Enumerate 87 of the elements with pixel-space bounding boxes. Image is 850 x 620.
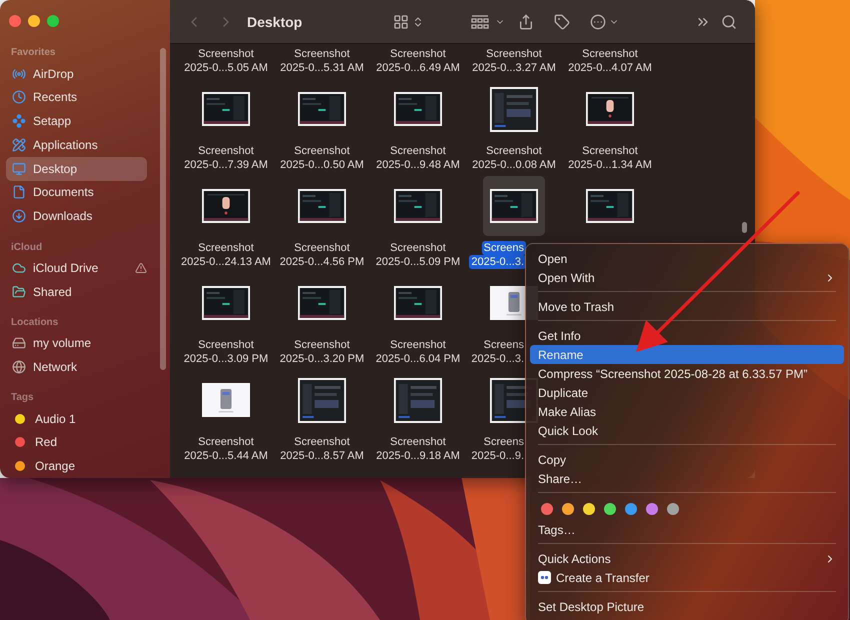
sidebar-item[interactable]: Documents: [6, 180, 147, 204]
file-name[interactable]: Screenshot 2025-0...4.56 PM: [274, 241, 370, 268]
tag-dot[interactable]: [646, 503, 658, 515]
search-icon[interactable]: [721, 14, 737, 30]
menu-item[interactable]: Rename: [530, 345, 844, 364]
sidebar-item[interactable]: AirDrop: [6, 62, 147, 86]
scrollbar[interactable]: [160, 48, 166, 370]
file-name[interactable]: Screenshot 2025-0...5.05 AM: [178, 47, 274, 74]
updown-icon[interactable]: [412, 16, 424, 28]
tag-dot[interactable]: [583, 503, 595, 515]
file-name[interactable]: Screenshot 2025-0...3.27 AM: [466, 47, 562, 74]
file-name[interactable]: Screenshot 2025-0...0.50 AM: [274, 144, 370, 171]
drive-icon: [12, 336, 26, 350]
menu-item[interactable]: Make Alias: [530, 402, 844, 421]
menu-item[interactable]: Get Info: [530, 326, 844, 345]
menu-item[interactable]: Quick Actions: [530, 549, 844, 568]
file-name[interactable]: Screenshot 2025-0...5.31 AM: [274, 47, 370, 74]
file-name[interactable]: Screens 2025-0...3.: [466, 338, 526, 365]
folder-icon: [12, 284, 26, 299]
file-name[interactable]: Screenshot 2025-0...0.08 AM: [466, 144, 562, 171]
monitor-icon: [12, 162, 26, 176]
file-name[interactable]: Screenshot 2025-0...6.49 AM: [370, 47, 466, 74]
tag-dot[interactable]: [625, 503, 637, 515]
file-name[interactable]: Screenshot 2025-0...3.20 PM: [274, 338, 370, 365]
group-icon[interactable]: [471, 14, 489, 30]
section-header: Favorites: [10, 46, 56, 60]
signal-icon: [12, 66, 26, 81]
sidebar-item[interactable]: my volume: [6, 331, 147, 356]
menu-item[interactable]: Copy: [530, 450, 844, 469]
share-icon[interactable]: [518, 14, 534, 30]
cloud-icon: [12, 260, 26, 275]
sidebar-item[interactable]: Network: [6, 355, 147, 379]
file-name[interactable]: Screenshot 2025-0...9.18 AM: [370, 435, 466, 462]
sidebar-item[interactable]: Downloads: [6, 204, 147, 228]
file-name[interactable]: Screenshot 2025-0...24.13 AM: [178, 241, 274, 268]
menu-item[interactable]: Move to Trash: [530, 297, 844, 316]
section-header: iCloud: [10, 240, 44, 255]
thumbnail-highlight[interactable]: [483, 176, 545, 236]
tag-icon[interactable]: [554, 14, 570, 30]
minimize-button[interactable]: [28, 15, 40, 27]
file-name[interactable]: Screenshot 2025-0...5.44 AM: [178, 435, 274, 462]
file-name[interactable]: Screenshot 2025-0...5.09 PM: [370, 241, 466, 268]
scrollbar[interactable]: [742, 222, 747, 233]
sidebar-item[interactable]: Recents: [6, 85, 147, 110]
clock-icon: [12, 90, 26, 104]
document-icon: [12, 185, 26, 200]
menu-item[interactable]: Quick Look: [530, 421, 844, 440]
app-icon: [538, 571, 551, 584]
section-header: Tags: [10, 391, 35, 406]
dots-icon: [12, 114, 26, 128]
sidebar-item[interactable]: Setapp: [6, 109, 147, 133]
menu-item[interactable]: Set Desktop Picture: [530, 597, 844, 616]
file-name[interactable]: Screenshot 2025-0...1.34 AM: [562, 144, 658, 171]
file-name[interactable]: Screenshot 2025-0...8.57 AM: [274, 435, 370, 462]
zoom-button[interactable]: [47, 15, 59, 27]
menu-item[interactable]: Create a Transfer: [530, 568, 844, 587]
file-name[interactable]: Screenshot 2025-0...6.04 PM: [370, 338, 466, 365]
tag-dot[interactable]: [541, 503, 553, 515]
file-name[interactable]: Screenshot 2025-0...3.09 PM: [178, 338, 274, 365]
file-name[interactable]: Screens 2025-0...3.: [466, 241, 526, 268]
download-icon: [12, 209, 26, 224]
tag-dot[interactable]: [562, 503, 574, 515]
sidebar-item[interactable]: Orange: [6, 454, 147, 478]
menu-item[interactable]: Tags…: [530, 520, 844, 539]
section-header: Locations: [10, 316, 60, 330]
file-name[interactable]: Screenshot 2025-0...7.39 AM: [178, 144, 274, 171]
grid-icon[interactable]: [393, 14, 409, 30]
file-name[interactable]: Screenshot 2025-0...4.07 AM: [562, 47, 658, 74]
file-name[interactable]: Screens 2025-0...9.: [466, 435, 526, 462]
more-icon[interactable]: [590, 14, 606, 30]
file-name[interactable]: Screenshot 2025-0...9.48 AM: [370, 144, 466, 171]
ruler-icon: [12, 138, 26, 152]
menu-item[interactable]: Compress “Screenshot 2025-08-28 at 6.33.57 PM”: [530, 364, 844, 383]
sidebar-item[interactable]: Audio 1: [6, 406, 147, 431]
window-title: Desktop: [247, 14, 303, 30]
sidebar-item[interactable]: Applications: [6, 133, 147, 157]
tag-dot[interactable]: [604, 503, 616, 515]
menu-item[interactable]: Open With: [530, 268, 844, 287]
menu-item[interactable]: Duplicate: [530, 383, 844, 402]
sidebar-item[interactable]: iCloud Drive: [6, 256, 147, 280]
tag-dot[interactable]: [667, 503, 679, 515]
menu-item[interactable]: Share…: [530, 469, 844, 488]
globe-icon: [12, 360, 26, 374]
sidebar-item[interactable]: Red: [6, 430, 147, 454]
menu-item[interactable]: Open: [530, 249, 844, 268]
sidebar-item[interactable]: Desktop: [6, 156, 147, 181]
sidebar-item[interactable]: Shared: [6, 280, 147, 304]
